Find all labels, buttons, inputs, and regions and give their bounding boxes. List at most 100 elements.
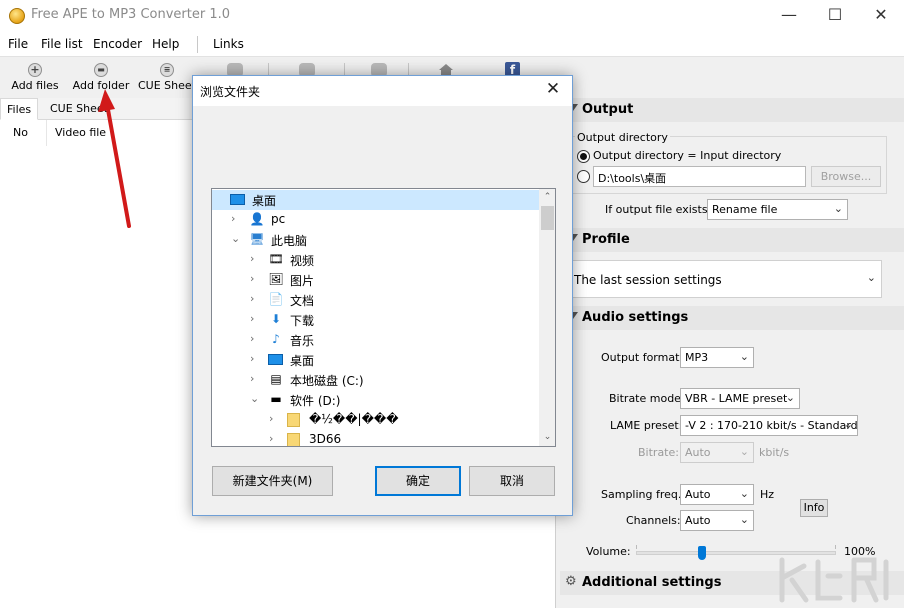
expand-chevron-icon[interactable]: › [269,433,279,445]
drive-c-icon: ▤ [270,372,282,386]
app-window: Free APE to MP3 Converter 1.0 — ☐ ✕ File… [0,0,904,608]
tree-item[interactable]: › 3D66 [212,430,539,446]
tree-scrollbar[interactable]: ⌃ ⌄ [539,189,555,446]
tree-item[interactable]: › ⬇ 下载 [212,310,539,330]
dialog-close-button[interactable]: ✕ [542,78,564,102]
tree-item[interactable]: › 🖼 图片 [212,270,539,290]
expand-chevron-icon[interactable]: ⌄ [231,233,241,245]
cancel-button[interactable]: 取消 [469,466,555,496]
folder-tree[interactable]: 桌面 › 👤 pc ⌄ 🖥 此电脑 › 🎞 视频 › 🖼 图片 › 📄 文档 › ⬇ 下载 › ♪ 音乐 › 桌面 › ▤ 本地磁盘… [211,188,556,447]
tree-item-label: 图片 [290,274,315,288]
expand-chevron-icon[interactable]: › [231,213,241,225]
volume-slider-thumb[interactable] [698,546,706,560]
chevron-down-icon: ⌄ [833,202,843,215]
tree-item-label: 文档 [290,294,315,308]
scroll-up-icon[interactable]: ⌃ [539,189,555,206]
profile-header-label: Profile [582,232,630,247]
scroll-down-icon[interactable]: ⌄ [539,429,555,446]
lame-preset-select[interactable]: -V 2 : 170-210 kbit/s - Standard ⌄ [680,415,858,436]
sampling-label: Sampling freq.: [601,488,686,501]
plus-icon: + [28,63,42,77]
bitrate-mode-select[interactable]: VBR - LAME preset ⌄ [680,388,800,409]
tree-item[interactable]: › ♪ 音乐 [212,330,539,350]
menu-file[interactable]: File [8,37,28,51]
tree-item[interactable]: 桌面 [212,190,539,210]
channels-value: Auto [685,514,711,527]
bitrate-value: Auto [685,446,711,459]
menu-divider [197,36,198,53]
output-directory-label: Output directory [575,131,670,144]
watermark-logo [779,557,889,603]
info-button[interactable]: Info [800,499,828,517]
radio-custom-directory[interactable] [577,170,590,183]
annotation-arrow [98,89,131,228]
column-header-no[interactable]: No [13,126,28,139]
output-path-input[interactable]: D:\tools\桌面 [593,166,806,187]
tree-item[interactable]: › 📄 文档 [212,290,539,310]
tab-files[interactable]: Files [0,98,39,120]
tree-item-label: 3D66 [309,432,342,446]
exists-select[interactable]: Rename file ⌄ [707,199,848,220]
lame-preset-value: -V 2 : 170-210 kbit/s - Standard [685,419,858,432]
audio-section-header[interactable]: Audio settings [560,306,904,330]
output-format-select[interactable]: MP3 ⌄ [680,347,754,368]
cue-sheet-icon: ≡ [160,63,174,77]
tree-item-label: �½��|��� [309,412,399,426]
tree-item[interactable]: › �½��|��� [212,410,539,430]
tree-item[interactable]: ⌄ 🖥 此电脑 [212,230,539,250]
tree-item-label: 本地磁盘 (C:) [290,374,364,388]
user-icon: 👤 [249,212,265,226]
expand-chevron-icon[interactable]: › [250,293,260,305]
chevron-down-icon: ⌄ [739,513,749,526]
chevron-down-icon: ⌄ [785,391,795,404]
tree-item[interactable]: ⌄ ▬ 软件 (D:) [212,390,539,410]
folder-icon [287,433,300,446]
cue-sheet-label: CUE Sheet [138,79,196,92]
expand-chevron-icon[interactable]: › [250,373,260,385]
menu-links[interactable]: Links [213,37,244,51]
minimize-button[interactable]: — [766,0,812,32]
tree-item-label: 桌面 [252,194,277,208]
tree-item[interactable]: › ▤ 本地磁盘 (C:) [212,370,539,390]
maximize-button[interactable]: ☐ [812,0,858,32]
sampling-select[interactable]: Auto ⌄ [680,484,754,505]
menu-help[interactable]: Help [152,37,179,51]
menu-encoder[interactable]: Encoder [93,37,142,51]
audio-header-label: Audio settings [582,310,689,325]
expand-chevron-icon[interactable]: ⌄ [250,393,260,405]
app-logo-icon [9,8,25,24]
menu-file-list[interactable]: File list [41,37,83,51]
channels-select[interactable]: Auto ⌄ [680,510,754,531]
cue-sheet-button[interactable]: ≡ CUE Sheet [138,57,196,97]
radio-same-as-input-label: Output directory = Input directory [593,149,782,162]
expand-chevron-icon[interactable]: › [250,313,260,325]
add-files-button[interactable]: + Add files [8,57,62,97]
browse-button[interactable]: Browse... [811,166,881,187]
output-section-header[interactable]: Output [560,98,904,122]
column-divider [46,120,47,146]
tree-item[interactable]: › 桌面 [212,350,539,370]
chevron-down-icon: ⌄ [739,445,749,458]
additional-header-label: Additional settings [582,575,722,590]
new-folder-button[interactable]: 新建文件夹(M) [212,466,333,496]
output-header-label: Output [582,102,634,117]
bitrate-select[interactable]: Auto ⌄ [680,442,754,463]
expand-chevron-icon[interactable]: › [250,333,260,345]
expand-chevron-icon[interactable]: › [250,353,260,365]
ok-button[interactable]: 确定 [375,466,461,496]
tree-item[interactable]: › 🎞 视频 [212,250,539,270]
close-window-button[interactable]: ✕ [858,0,904,32]
dialog-title: 浏览文件夹 [200,85,261,99]
profile-select[interactable]: The last session settings ⌄ [569,260,882,298]
radio-same-as-input[interactable] [577,150,590,163]
tree-item-label: 音乐 [290,334,315,348]
scroll-thumb[interactable] [541,206,554,230]
chevron-down-icon: ⌄ [866,271,876,284]
exists-select-value: Rename file [712,203,778,216]
expand-chevron-icon[interactable]: › [250,253,260,265]
title-bar: Free APE to MP3 Converter 1.0 — ☐ ✕ [0,0,904,32]
tree-item[interactable]: › 👤 pc [212,210,539,230]
profile-section-header[interactable]: Profile [560,228,904,252]
expand-chevron-icon[interactable]: › [269,413,279,425]
expand-chevron-icon[interactable]: › [250,273,260,285]
